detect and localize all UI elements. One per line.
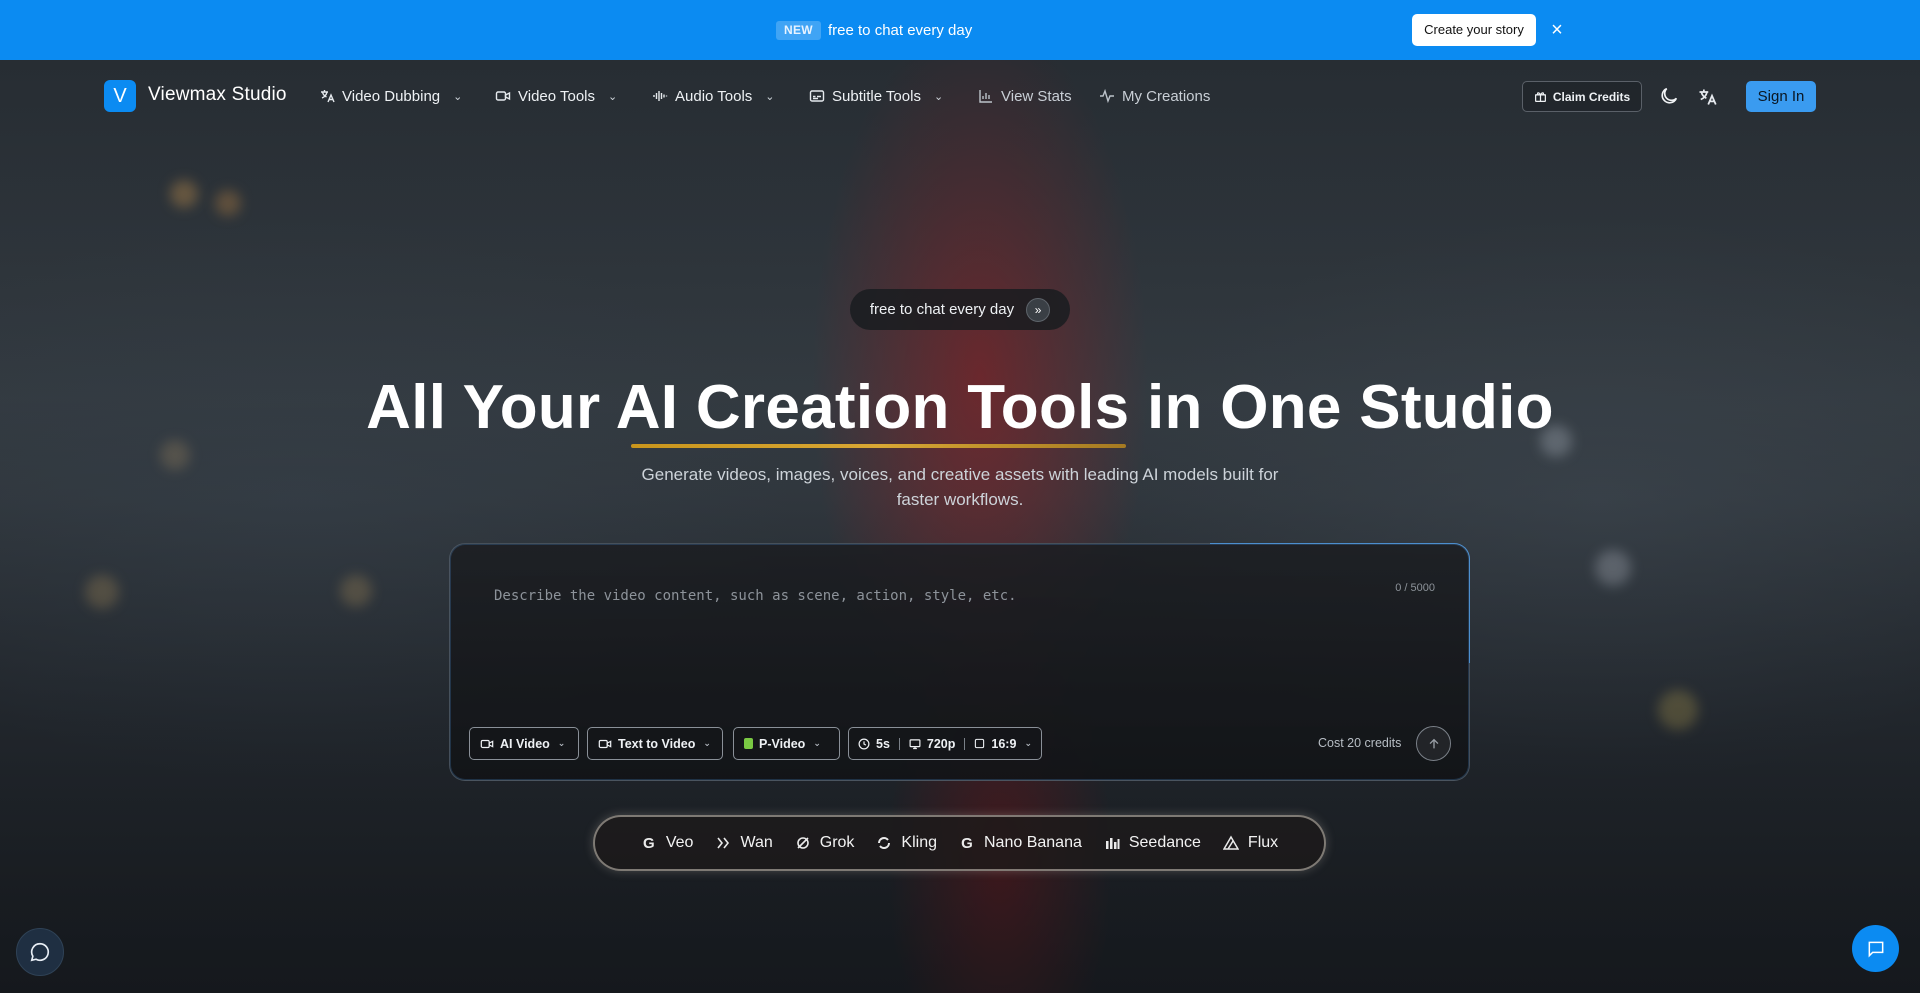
close-icon[interactable]: × (1546, 19, 1568, 41)
nav-item-audio-tools[interactable]: Audio Tools ⌄ (652, 86, 775, 106)
chevron-down-icon: ⌄ (453, 90, 463, 103)
clock-icon (858, 738, 870, 749)
brand-name[interactable]: Viewmax Studio (148, 84, 287, 106)
seedance-icon (1105, 838, 1120, 849)
model-logos-bar: G Veo Wan Grok Kling G Nano Banana Seeda… (593, 815, 1326, 871)
kling-icon (878, 837, 891, 849)
p-video-logo-icon (744, 738, 753, 749)
model-name: Veo (665, 834, 694, 851)
page-title: All Your AI Creation Tools in One Studio (366, 373, 1554, 442)
aspect-ratio-label: 16:9 (991, 736, 1017, 751)
chevron-down-icon: ⌄ (608, 90, 618, 103)
aspect-ratio-icon (975, 738, 985, 749)
model-label: P-Video (759, 736, 806, 751)
video-camera-icon (598, 739, 612, 748)
announcement-banner: NEW free to chat every day Create your s… (0, 0, 1920, 60)
prompt-composer: 0 / 5000 AI Video ⌄ Text to Video ⌄ P-Vi… (449, 543, 1470, 781)
video-camera-icon (495, 91, 511, 101)
support-chat-button[interactable] (16, 928, 64, 976)
grok-icon (796, 837, 809, 849)
model-name: Flux (1247, 834, 1279, 851)
nav-item-video-tools[interactable]: Video Tools ⌄ (495, 86, 617, 106)
top-navigation: V Viewmax Studio Video Dubbing ⌄ Video T… (0, 60, 1920, 131)
model-grok[interactable]: Grok (795, 834, 855, 852)
chevron-down-icon: ⌄ (557, 738, 566, 748)
prompt-input[interactable] (494, 588, 1374, 708)
flux-icon (1222, 835, 1239, 850)
claim-credits-label: Claim Credits (1552, 89, 1631, 104)
generation-type-select[interactable]: Text to Video ⌄ (587, 727, 723, 760)
mode-select[interactable]: AI Video ⌄ (469, 727, 579, 760)
page-subtitle: Generate videos, images, voices, and cre… (641, 465, 1279, 509)
model-veo[interactable]: G Veo (641, 834, 694, 852)
nav-label: Audio Tools (675, 87, 753, 105)
bar-chart-icon (979, 90, 992, 103)
new-badge: NEW (776, 21, 821, 40)
translate-icon (321, 90, 335, 103)
messages-button[interactable] (1852, 925, 1899, 972)
message-square-icon (1868, 941, 1883, 957)
moon-icon[interactable] (1658, 85, 1680, 107)
resolution-label: 720p (926, 736, 956, 751)
nav-label: Video Tools (518, 87, 596, 105)
video-settings-select[interactable]: 5s 720p 16:9 ⌄ (848, 727, 1042, 760)
logo[interactable]: V (104, 80, 136, 112)
submit-button[interactable] (1416, 726, 1451, 761)
model-flux[interactable]: Flux (1222, 834, 1279, 852)
chevron-down-icon: ⌄ (813, 738, 821, 748)
nav-label: My Creations (1122, 87, 1211, 105)
google-icon: G (643, 834, 655, 852)
monitor-icon (909, 738, 921, 749)
nav-label: View Stats (1001, 87, 1072, 105)
announcement-pill[interactable]: free to chat every day » (850, 289, 1070, 330)
pill-text: free to chat every day (869, 301, 1015, 318)
nav-item-my-creations[interactable]: My Creations (1099, 86, 1210, 106)
model-name: Wan (740, 834, 773, 851)
model-name: Seedance (1128, 834, 1201, 851)
google-icon: G (961, 834, 973, 852)
activity-icon (1100, 88, 1114, 104)
captions-icon (809, 90, 825, 102)
chat-bubble-icon (30, 942, 50, 962)
model-kling[interactable]: Kling (876, 834, 937, 852)
divider (964, 737, 966, 750)
sign-in-button[interactable]: Sign In (1746, 81, 1816, 112)
gift-icon (1534, 92, 1546, 102)
double-chevron-right-icon: » (1026, 297, 1051, 322)
arrow-up-icon (1429, 738, 1438, 749)
video-camera-icon (480, 739, 494, 748)
nav-label: Subtitle Tools (832, 87, 921, 105)
model-wan[interactable]: Wan (715, 834, 773, 852)
model-name: Kling (901, 834, 937, 851)
chevron-down-icon: ⌄ (703, 738, 711, 748)
divider (898, 737, 900, 750)
model-name: Nano Banana (984, 834, 1082, 851)
banner-text: free to chat every day (828, 22, 973, 39)
chevron-down-icon: ⌄ (1024, 738, 1032, 748)
nav-item-video-dubbing[interactable]: Video Dubbing ⌄ (319, 86, 462, 106)
mode-label: AI Video (500, 736, 550, 751)
duration-label: 5s (876, 736, 890, 751)
character-counter: 0 / 5000 (1395, 582, 1435, 594)
model-seedance[interactable]: Seedance (1104, 834, 1201, 852)
chevron-down-icon: ⌄ (933, 90, 944, 103)
language-icon[interactable] (1697, 87, 1717, 107)
cost-label: Cost 20 credits (1318, 736, 1402, 750)
nav-item-subtitle-tools[interactable]: Subtitle Tools ⌄ (809, 86, 943, 106)
model-name: Grok (819, 834, 855, 851)
chevron-down-icon: ⌄ (765, 90, 775, 103)
model-select[interactable]: P-Video ⌄ (733, 727, 840, 760)
nav-item-view-stats[interactable]: View Stats (978, 86, 1072, 106)
title-underline (631, 444, 1126, 448)
audio-wave-icon (653, 91, 668, 101)
create-your-story-button[interactable]: Create your story (1412, 14, 1536, 46)
claim-credits-button[interactable]: Claim Credits (1522, 81, 1642, 112)
wan-icon (717, 837, 730, 849)
model-nano-banana[interactable]: G Nano Banana (959, 834, 1082, 852)
generation-type-label: Text to Video (618, 736, 696, 751)
nav-label: Video Dubbing (342, 87, 441, 105)
